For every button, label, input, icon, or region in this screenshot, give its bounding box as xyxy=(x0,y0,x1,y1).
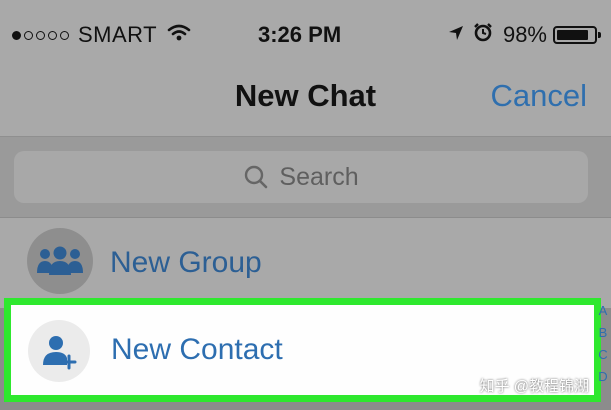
search-placeholder: Search xyxy=(279,162,359,191)
add-contact-icon xyxy=(28,320,90,382)
index-letter[interactable]: A xyxy=(597,300,609,322)
signal-dot xyxy=(60,30,69,40)
wifi-icon xyxy=(167,22,191,48)
carrier-name: SMART xyxy=(78,22,158,47)
search-icon xyxy=(245,165,268,189)
index-letter[interactable]: C xyxy=(597,344,609,366)
signal-dot xyxy=(36,30,45,40)
new-contact-label: New Contact xyxy=(111,333,283,366)
cancel-button[interactable]: Cancel xyxy=(491,78,588,114)
watermark: 知乎 @教程锦湖 xyxy=(479,378,589,395)
navigation-bar: New Chat Cancel xyxy=(0,58,611,137)
new-group-row[interactable]: New Group xyxy=(0,218,611,308)
signal-dot xyxy=(48,30,57,40)
alarm-icon xyxy=(473,22,493,48)
index-letter[interactable]: B xyxy=(597,322,609,344)
battery-icon xyxy=(553,26,601,44)
battery-tip xyxy=(598,32,601,38)
group-icon xyxy=(27,228,93,294)
signal-dot xyxy=(12,30,21,40)
search-area: Search xyxy=(0,137,611,217)
battery-fill xyxy=(557,30,588,40)
clock: 3:26 PM xyxy=(258,22,342,47)
battery-percent: 98% xyxy=(502,22,547,47)
status-bar: SMART 3:26 PM 98% xyxy=(0,0,611,58)
status-right: 98% xyxy=(447,22,601,48)
location-arrow-icon xyxy=(447,22,465,48)
search-input[interactable]: Search xyxy=(14,151,588,203)
signal-dot xyxy=(24,30,33,40)
new-group-label: New Group xyxy=(110,246,262,279)
index-letter[interactable]: D xyxy=(597,366,609,388)
signal-area: SMART xyxy=(12,22,191,48)
section-index[interactable]: A B C D xyxy=(597,300,609,388)
